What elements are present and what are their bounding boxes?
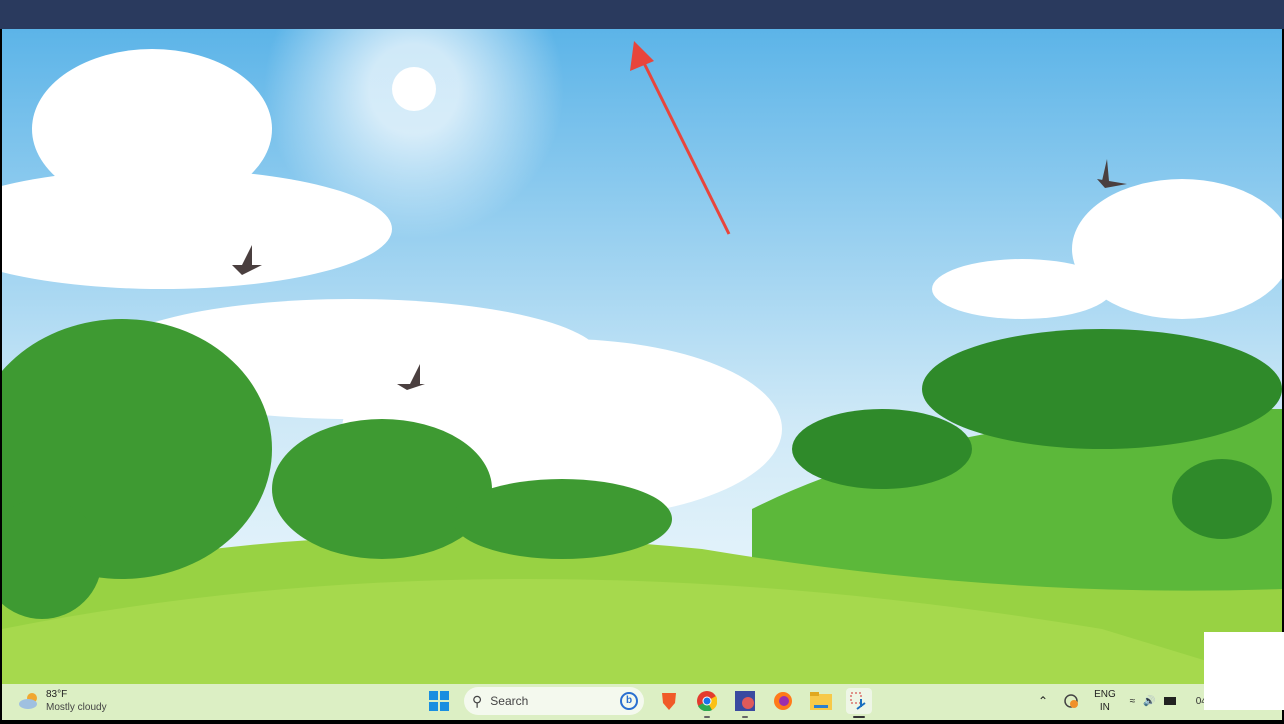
photo-app-icon [735, 691, 755, 711]
weather-condition: Mostly cloudy [46, 702, 107, 713]
desktop-wallpaper [2, 29, 1282, 684]
folder-icon [810, 692, 832, 710]
search-box[interactable]: ⚲ Search b [464, 687, 644, 715]
snipping-tool-icon [850, 692, 866, 710]
taskbar-app-file-explorer[interactable] [808, 688, 834, 714]
volume-icon: 🔊 [1143, 695, 1156, 707]
search-icon: ⚲ [472, 692, 483, 709]
chrome-icon [697, 691, 717, 711]
language-indicator[interactable]: ENG IN [1094, 688, 1116, 714]
taskbar-app-snipping-tool[interactable] [846, 688, 872, 718]
lang-code: ENG [1094, 689, 1116, 700]
running-indicator [704, 716, 710, 718]
redaction-box [1204, 632, 1284, 710]
sync-icon[interactable] [1062, 692, 1080, 710]
taskbar-app-chrome[interactable] [694, 688, 720, 718]
quick-settings[interactable]: ≈ 🔊 [1130, 696, 1176, 707]
taskbar-app-brave[interactable] [656, 688, 682, 714]
running-indicator [742, 716, 748, 718]
firefox-icon [774, 692, 792, 710]
taskbar-app-firefox[interactable] [770, 688, 796, 714]
wifi-icon: ≈ [1129, 695, 1136, 707]
windows-start-icon [429, 691, 449, 711]
brave-icon [662, 693, 676, 710]
running-indicator [853, 716, 865, 718]
partly-cloudy-icon [19, 693, 37, 709]
taskbar-app-photos[interactable] [732, 688, 758, 718]
wallpaper-art [2, 29, 1282, 684]
start-button[interactable] [426, 688, 452, 714]
chevron-up-icon[interactable]: ⌃ [1038, 694, 1048, 708]
search-placeholder: Search [490, 694, 529, 708]
lang-region: IN [1099, 702, 1110, 713]
bing-icon[interactable]: b [620, 692, 638, 710]
weather-temperature: 83°F [46, 689, 68, 700]
battery-charging-icon [1163, 697, 1176, 705]
taskbar: 83°F Mostly cloudy ⚲ Search b ⌃ ENG IN ≈ 🔊… [2, 684, 1282, 720]
top-bar [0, 0, 1284, 29]
weather-widget[interactable]: 83°F Mostly cloudy [18, 688, 107, 714]
